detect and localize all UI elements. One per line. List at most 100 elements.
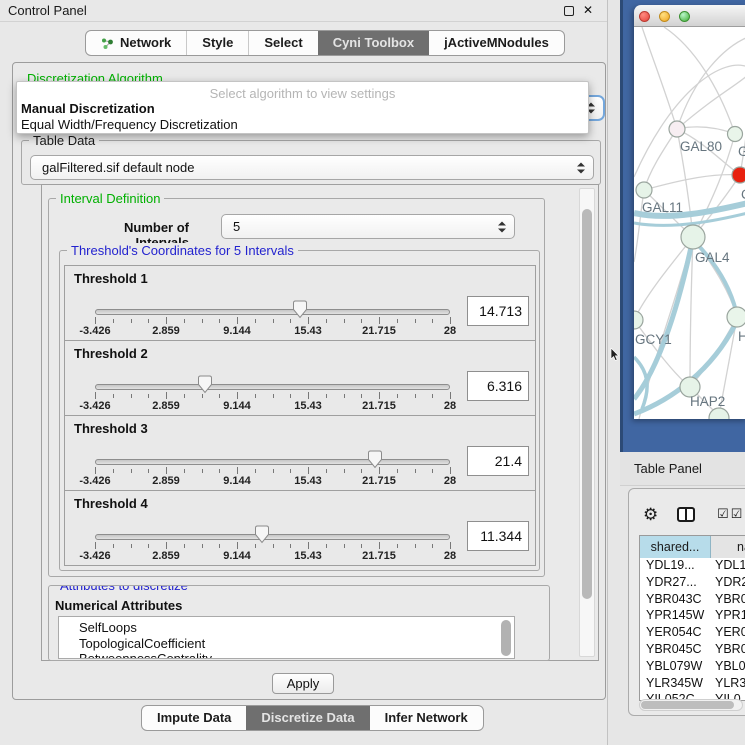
table-hscroll-thumb[interactable] <box>641 701 734 709</box>
tab-impute-data[interactable]: Impute Data <box>142 706 246 730</box>
float-icon[interactable] <box>564 6 574 16</box>
attribute-item-selfloops[interactable]: SelfLoops <box>59 620 514 636</box>
threshold-slider-track[interactable] <box>95 459 450 465</box>
interval-definition-group: Interval Definition Number of Intervals … <box>48 198 545 577</box>
apply-button[interactable]: Apply <box>272 673 334 694</box>
tab-jactivemnodules[interactable]: jActiveMNodules <box>429 31 564 55</box>
thresholds-group-title: Threshold's Coordinates for 5 Intervals <box>67 243 298 258</box>
minimize-traffic-light-icon[interactable] <box>659 11 670 22</box>
close-traffic-light-icon[interactable] <box>639 11 650 22</box>
network-edge[interactable] <box>644 129 677 190</box>
dropdown-item-manual-discretization[interactable]: Manual Discretization <box>17 101 588 117</box>
threshold-slider-thumb[interactable] <box>197 375 213 394</box>
threshold-value-field[interactable]: 6.316 <box>467 371 529 401</box>
gear-icon[interactable]: ⚙ <box>643 506 658 523</box>
network-canvas[interactable]: GAL80GCGAL11GAL4HGCY1HAP2 <box>634 27 745 419</box>
split-columns-icon[interactable] <box>677 507 695 522</box>
cell-name: YDR2 <box>711 575 745 592</box>
tick-mark <box>415 394 416 398</box>
threshold-slider-thumb[interactable] <box>254 525 270 544</box>
tick-mark <box>361 319 362 323</box>
network-node-c[interactable] <box>732 167 745 183</box>
bottom-tabbar: Impute DataDiscretize DataInfer Network <box>141 705 484 731</box>
tick-mark <box>219 319 220 323</box>
node-label-hap2: HAP2 <box>690 394 725 409</box>
table-horizontal-scrollbar[interactable] <box>639 699 743 711</box>
dropdown-hint: Select algorithm to view settings <box>17 86 588 101</box>
tab-infer-network[interactable]: Infer Network <box>370 706 483 730</box>
tick-label: -3.426 <box>65 475 125 487</box>
tick-mark <box>184 319 185 323</box>
network-node-gal4[interactable] <box>681 225 705 249</box>
threshold-value-field[interactable]: 11.344 <box>467 521 529 551</box>
threshold-slider-track[interactable] <box>95 534 450 540</box>
threshold-label: Threshold 4 <box>74 496 148 511</box>
column-header-name[interactable]: na <box>711 536 745 558</box>
tab-discretize-data[interactable]: Discretize Data <box>246 706 369 730</box>
tick-mark <box>361 394 362 398</box>
zoom-traffic-light-icon[interactable] <box>679 11 690 22</box>
close-icon[interactable]: ✕ <box>583 3 593 17</box>
threshold-panel-4: Threshold 4-3.4262.8599.14415.4321.71528… <box>64 490 536 566</box>
network-edge[interactable] <box>642 27 677 129</box>
tick-mark <box>255 319 256 323</box>
threshold-value-field[interactable]: 14.713 <box>467 296 529 326</box>
network-node-gal80[interactable] <box>669 121 685 137</box>
node-label-g: G <box>738 144 745 159</box>
combo-spinner-icon <box>498 220 506 233</box>
threshold-slider-thumb[interactable] <box>292 300 308 319</box>
settings-scrollbar-thumb[interactable] <box>582 209 592 599</box>
network-window-titlebar[interactable] <box>634 5 745 27</box>
tab-cyni-toolbox[interactable]: Cyni Toolbox <box>318 31 429 55</box>
table-row[interactable]: YER054CYER0 <box>640 625 745 642</box>
threshold-slider-thumb[interactable] <box>367 450 383 469</box>
threshold-slider-track[interactable] <box>95 384 450 390</box>
network-node-gcy1[interactable] <box>634 311 643 329</box>
table-panel: ⚙ ☑☑ shared... na YDL19...YDL1YDR27...YD… <box>628 488 745 716</box>
tab-select[interactable]: Select <box>248 31 317 55</box>
node-label-c: C <box>741 187 745 202</box>
attributes-group-title: Attributes to discretize <box>56 585 192 593</box>
table-row[interactable]: YBR043CYBR0 <box>640 592 745 609</box>
tick-mark <box>290 394 291 398</box>
node-label-gal80: GAL80 <box>680 139 722 154</box>
attribute-item-betweennesscentrality[interactable]: BetweennessCentrality <box>59 651 514 659</box>
table-row[interactable]: YLR345WYLR3 <box>640 676 745 693</box>
table-row[interactable]: YDR27...YDR2 <box>640 575 745 592</box>
tick-label: 21.715 <box>349 325 409 337</box>
table-row[interactable]: YBL079WYBL0 <box>640 659 745 676</box>
dropdown-item-equal-width-frequency[interactable]: Equal Width/Frequency Discretization <box>17 117 588 133</box>
cell-name: YBL0 <box>711 659 745 676</box>
mouse-cursor <box>610 348 620 362</box>
column-header-shared[interactable]: shared... <box>640 536 711 558</box>
network-node-g[interactable] <box>728 127 743 142</box>
tab-label: jActiveMNodules <box>444 31 549 55</box>
threshold-value-field[interactable]: 21.4 <box>467 446 529 476</box>
tick-mark <box>432 394 433 398</box>
tab-network[interactable]: Network <box>86 31 186 55</box>
table-row[interactable]: YBR045CYBR0 <box>640 642 745 659</box>
network-edge[interactable] <box>634 65 745 177</box>
select-columns-checkboxes-icon[interactable]: ☑☑ <box>717 506 744 522</box>
network-node-gal11[interactable] <box>636 182 652 198</box>
tick-mark <box>397 319 398 323</box>
attributes-list-scrollbar[interactable] <box>501 620 511 656</box>
tab-style[interactable]: Style <box>186 31 248 55</box>
tick-mark <box>326 394 327 398</box>
network-edge[interactable] <box>677 37 745 129</box>
settings-scrollbar[interactable] <box>579 188 595 657</box>
table-data-combo[interactable]: galFiltered.sif default node <box>30 155 594 180</box>
network-edge[interactable] <box>644 175 740 190</box>
cell-shared-name: YBR045C <box>640 642 711 659</box>
table-row[interactable]: YPR145WYPR1 <box>640 608 745 625</box>
tick-mark <box>166 467 167 474</box>
threshold-slider-track[interactable] <box>95 309 450 315</box>
numerical-attributes-list[interactable]: SelfLoopsTopologicalCoefficientBetweenne… <box>58 616 515 659</box>
network-node-h[interactable] <box>727 307 745 327</box>
cell-shared-name: YDL19... <box>640 558 711 575</box>
table-row[interactable]: YDL19...YDL1 <box>640 558 745 575</box>
threshold-panel-2: Threshold 2-3.4262.8599.14415.4321.71528… <box>64 340 536 416</box>
panel-title: Control Panel <box>8 3 87 18</box>
num-intervals-combo[interactable]: 5 <box>221 214 515 239</box>
attribute-item-topologicalcoefficient[interactable]: TopologicalCoefficient <box>59 636 514 652</box>
